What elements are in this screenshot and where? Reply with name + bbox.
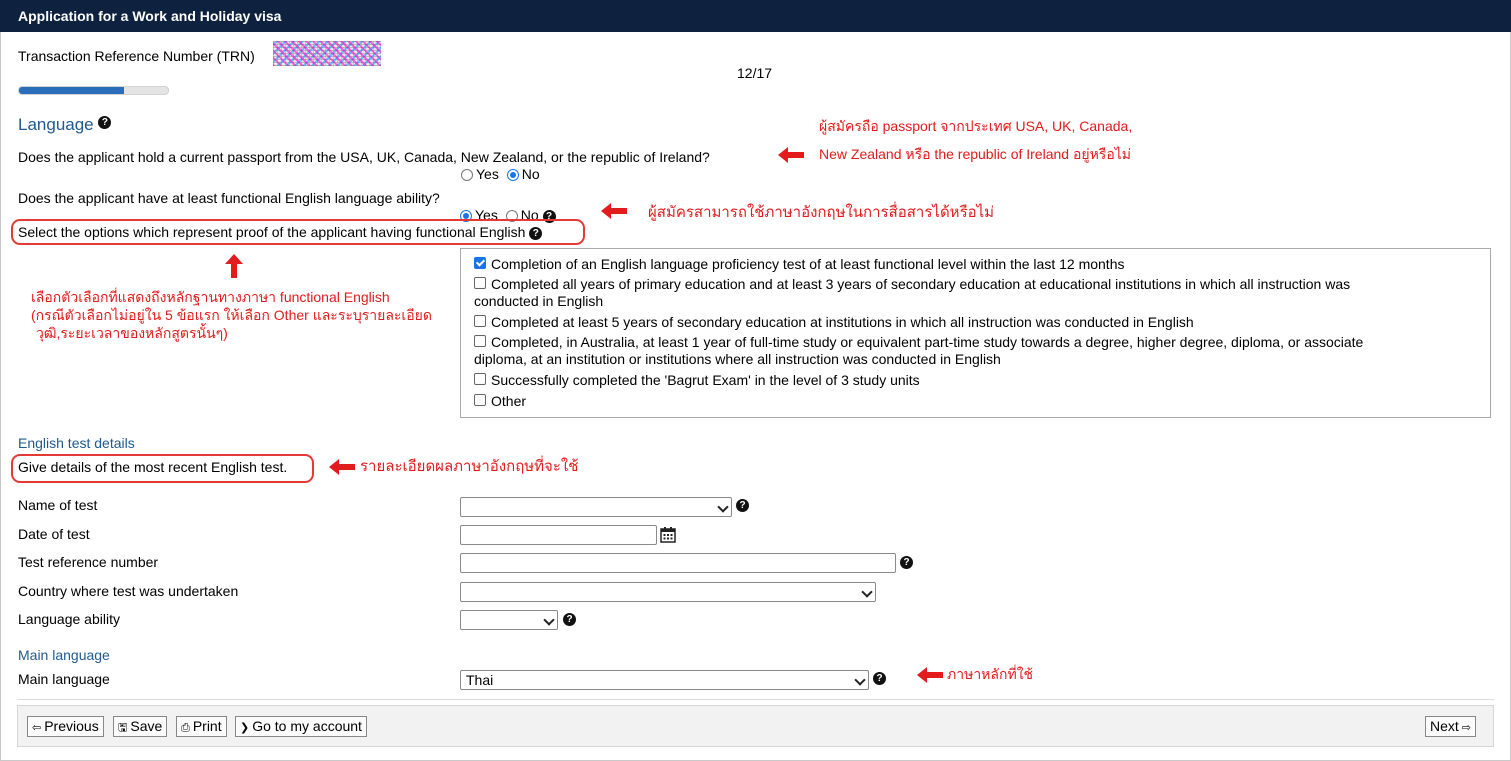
proof-option-label: Completed at least 5 years of secondary …	[491, 314, 1194, 330]
name-of-test-select[interactable]	[460, 497, 732, 517]
print-button[interactable]: ⎙ Print	[176, 716, 227, 737]
proof-option-checkbox[interactable]	[474, 257, 486, 270]
trn-redacted-value	[273, 41, 381, 66]
annotation-main-language: ภาษาหลักที่ใช้	[947, 666, 1034, 682]
proof-option[interactable]: Other	[474, 393, 526, 410]
annotation-passport-line1: ผู้สมัครถือ passport จากประเทศ USA, UK, …	[819, 118, 1133, 134]
section-title-language: Language ?	[18, 115, 112, 135]
arrow-left-icon	[778, 147, 804, 163]
section-title-main-language: Main language	[18, 647, 110, 663]
proof-option[interactable]: Completed, in Australia, at least 1 year…	[474, 334, 1363, 368]
question-english-ability: Does the applicant have at least functio…	[18, 190, 440, 206]
annotation-proof-line1: เลือกตัวเลือกที่แสดงถึงหลักฐานทางภาษา fu…	[31, 289, 390, 305]
proof-option-checkbox[interactable]	[474, 335, 486, 348]
test-details-instruction: Give details of the most recent English …	[18, 459, 288, 475]
arrow-left-icon: ⇦	[32, 722, 42, 734]
country-label: Country where test was undertaken	[18, 583, 239, 599]
language-ability-label: Language ability	[18, 611, 120, 627]
window-title: Application for a Work and Holiday visa	[0, 0, 1511, 32]
help-icon[interactable]: ?	[873, 672, 886, 685]
question-proof-text: Select the options which represent proof…	[18, 224, 526, 240]
section-title-language-text: Language	[18, 115, 94, 134]
test-ref-input[interactable]	[460, 553, 896, 573]
test-ref-label: Test reference number	[18, 554, 159, 570]
go-to-account-button[interactable]: ❯ Go to my account	[235, 716, 367, 737]
save-button[interactable]: 🖫 Save	[113, 716, 168, 737]
previous-button[interactable]: ⇦ Previous	[27, 716, 104, 737]
annotation-passport-line2: New Zealand หรือ the republic of Ireland…	[819, 146, 1131, 162]
date-of-test-label: Date of test	[18, 526, 90, 542]
previous-label: Previous	[44, 718, 99, 734]
passport-yes-label: Yes	[476, 166, 499, 182]
print-label: Print	[192, 718, 222, 734]
proof-option-label: Completed all years of primary education…	[491, 276, 1351, 292]
chevron-down-icon	[854, 674, 866, 686]
next-button[interactable]: Next ⇨	[1425, 716, 1477, 737]
proof-option-label-cont: diploma, at an institution or institutio…	[474, 351, 1001, 367]
proof-option-label: Successfully completed the 'Bagrut Exam'…	[491, 372, 920, 388]
arrow-up-icon	[225, 254, 243, 278]
progress-bar	[18, 86, 169, 95]
progress-bar-fill	[19, 87, 125, 94]
main-language-value: Thai	[466, 672, 494, 688]
calendar-icon[interactable]	[659, 526, 679, 545]
print-icon: ⎙	[181, 722, 190, 734]
help-icon[interactable]: ?	[900, 556, 913, 569]
proof-option-checkbox[interactable]	[474, 394, 486, 407]
proof-option-checkbox[interactable]	[474, 373, 486, 386]
proof-option[interactable]: Successfully completed the 'Bagrut Exam'…	[474, 372, 920, 389]
save-icon: 🖫	[118, 722, 128, 734]
date-of-test-input[interactable]	[460, 525, 657, 545]
progress-step-text: 12/17	[737, 65, 773, 81]
help-icon[interactable]: ?	[98, 116, 112, 130]
annotation-proof-line3: วุฒิ,ระยะเวลาของหลักสูตรนั้นๆ)	[36, 325, 228, 341]
help-icon[interactable]: ?	[563, 613, 576, 626]
chevron-right-icon: ❯	[240, 722, 250, 734]
divider	[17, 699, 1494, 700]
arrow-right-icon: ⇨	[1461, 722, 1472, 734]
save-label: Save	[130, 718, 163, 734]
proof-options-list: Completion of an English language profic…	[460, 248, 1491, 418]
passport-no-label: No	[521, 166, 540, 182]
question-passport: Does the applicant hold a current passpo…	[18, 149, 710, 165]
chevron-down-icon	[861, 586, 873, 598]
chevron-down-icon	[543, 614, 555, 626]
arrow-left-icon	[917, 667, 943, 683]
help-icon[interactable]: ?	[736, 499, 749, 512]
help-icon[interactable]: ?	[529, 226, 543, 240]
arrow-left-icon	[329, 459, 355, 475]
proof-option-checkbox[interactable]	[474, 277, 486, 290]
language-ability-select[interactable]	[460, 610, 558, 630]
name-of-test-label: Name of test	[18, 497, 98, 513]
annotation-proof-line2: (กรณีตัวเลือกไม่อยู่ใน 5 ข้อแรก ให้เลือก…	[31, 307, 432, 323]
proof-option-label: Other	[491, 393, 527, 409]
next-label: Next	[1430, 718, 1459, 734]
proof-option-label: Completion of an English language profic…	[491, 256, 1125, 272]
arrow-left-icon	[601, 203, 627, 219]
passport-yes-radio[interactable]	[461, 169, 473, 182]
country-select[interactable]	[460, 582, 876, 602]
passport-no-radio[interactable]	[506, 169, 519, 182]
question-proof: Select the options which represent proof…	[18, 224, 543, 240]
trn-label: Transaction Reference Number (TRN)	[18, 48, 255, 64]
main-language-select[interactable]: Thai	[460, 670, 869, 690]
annotation-test-details: รายละเอียดผลภาษาอังกฤษที่จะใช้	[360, 458, 579, 475]
main-language-label: Main language	[18, 671, 110, 687]
passport-radio-group: Yes No	[461, 166, 540, 182]
section-title-test-details: English test details	[18, 435, 135, 451]
proof-option-label: Completed, in Australia, at least 1 year…	[491, 334, 1364, 350]
proof-option-checkbox[interactable]	[474, 315, 486, 328]
proof-option-label-cont: conducted in English	[474, 293, 604, 309]
proof-option[interactable]: Completed all years of primary education…	[474, 276, 1350, 310]
annotation-english-ability: ผู้สมัครสามารถใช้ภาษาอังกฤษในการสื่อสารไ…	[648, 204, 995, 221]
proof-option[interactable]: Completed at least 5 years of secondary …	[474, 314, 1194, 331]
go-to-account-label: Go to my account	[252, 718, 362, 734]
chevron-down-icon	[717, 501, 729, 513]
proof-option[interactable]: Completion of an English language profic…	[474, 256, 1124, 273]
